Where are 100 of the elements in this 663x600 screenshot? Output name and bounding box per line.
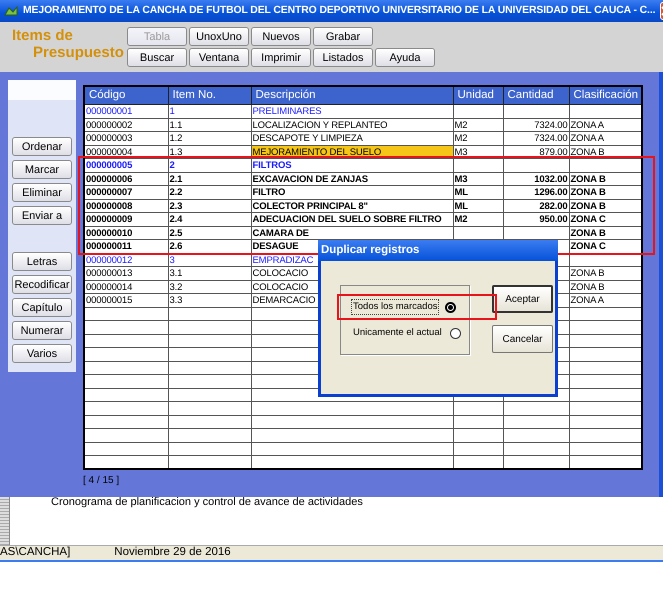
- side-button[interactable]: Marcar: [12, 160, 72, 179]
- toolbar-button[interactable]: Ayuda: [375, 48, 435, 67]
- column-header[interactable]: Clasificación: [569, 86, 642, 105]
- table-cell: 2.5: [168, 226, 251, 240]
- table-cell: 2: [168, 158, 251, 172]
- side-button[interactable]: Ordenar: [12, 137, 72, 156]
- description-text: Cronograma de planificacion y control de avance de actividades: [50, 497, 363, 510]
- toolbar-button[interactable]: Ventana: [189, 48, 249, 67]
- table-cell: M2: [453, 132, 503, 146]
- side-button[interactable]: Recodificar: [12, 275, 72, 294]
- table-cell: 879.00: [503, 145, 569, 159]
- table-cell: M2: [453, 118, 503, 132]
- table-cell: PRELIMINARES: [251, 104, 453, 118]
- toolbar-button[interactable]: Imprimir: [251, 48, 311, 67]
- table-cell: 000000008: [84, 199, 168, 213]
- table-cell: ZONA A: [569, 132, 642, 146]
- table-cell: ADECUACION DEL SUELO SOBRE FILTRO: [251, 212, 453, 226]
- table-cell: 000000006: [84, 172, 168, 186]
- side-button[interactable]: Capítulo: [12, 298, 72, 317]
- dialog-button[interactable]: Aceptar: [492, 285, 553, 313]
- table-cell: 000000003: [84, 132, 168, 146]
- table-cell: ZONA A: [569, 118, 642, 132]
- toolbar-button[interactable]: Listados: [313, 48, 373, 67]
- toolbar-button[interactable]: UnoxUno: [189, 27, 249, 46]
- toolbar-button[interactable]: Buscar: [127, 48, 187, 67]
- table-cell: 000000012: [84, 253, 168, 267]
- table-cell: ZONA A: [569, 294, 642, 308]
- table-cell: 3: [168, 253, 251, 267]
- table-cell: 2.1: [168, 172, 251, 186]
- column-header[interactable]: Código: [84, 86, 168, 105]
- table-cell: 000000005: [84, 158, 168, 172]
- table-cell: 1.1: [168, 118, 251, 132]
- column-header[interactable]: Descripción: [251, 86, 453, 105]
- table-cell: 000000002: [84, 118, 168, 132]
- dialog-button[interactable]: Cancelar: [492, 325, 553, 353]
- table-cell: 950.00: [503, 212, 569, 226]
- section-title: Items de Presupuesto: [12, 27, 125, 63]
- window-title: MEJORAMIENTO DE LA CANCHA DE FUTBOL DEL CENTRO DEPORTIVO UNIVERSITARIO DE LA UNIVERSIDAD DEL CAUCA - C...: [23, 4, 656, 18]
- table-cell: 1.2: [168, 132, 251, 146]
- table-cell: 2.3: [168, 199, 251, 213]
- table-cell: ZONA C: [569, 212, 642, 226]
- table-cell: ZONA B: [569, 226, 642, 240]
- column-header[interactable]: Item No.: [168, 86, 251, 105]
- toolbar-button[interactable]: Nuevos: [251, 27, 311, 46]
- table-cell: ZONA B: [569, 266, 642, 280]
- radio-label[interactable]: Todos los marcados: [351, 298, 440, 316]
- table-cell: M3: [453, 172, 503, 186]
- radio-label[interactable]: Unicamente el actual: [351, 324, 444, 342]
- table-cell: 000000013: [84, 266, 168, 280]
- radio-button[interactable]: [450, 328, 461, 338]
- table-cell: 2.2: [168, 186, 251, 200]
- table-cell: FILTROS: [251, 158, 453, 172]
- table-cell: 000000001: [84, 104, 168, 118]
- table-cell: 000000010: [84, 226, 168, 240]
- table-cell: EXCAVACION DE ZANJAS: [251, 172, 453, 186]
- table-cell: 1: [168, 104, 251, 118]
- table-cell: DESCAPOTE Y LIMPIEZA: [251, 132, 453, 146]
- table-cell: ZONA B: [569, 280, 642, 294]
- side-button[interactable]: Eliminar: [12, 183, 72, 202]
- panel-header: [8, 80, 76, 100]
- table-cell: ML: [453, 199, 503, 213]
- table-cell: 3.2: [168, 280, 251, 294]
- table-cell: 000000007: [84, 186, 168, 200]
- table-cell: 2.6: [168, 240, 251, 254]
- table-cell: 3.3: [168, 294, 251, 308]
- status-text: Noviembre 29 de 2016: [113, 545, 231, 560]
- table-cell: FILTRO: [251, 186, 453, 200]
- table-cell: 000000015: [84, 294, 168, 308]
- table-cell: M3: [453, 145, 503, 159]
- table-cell: COLECTOR PRINCIPAL 8": [251, 199, 453, 213]
- table-cell: ZONA B: [569, 186, 642, 200]
- side-button[interactable]: Numerar: [12, 321, 72, 340]
- table-cell: ZONA B: [569, 172, 642, 186]
- table-cell: LOCALIZACION Y REPLANTEO: [251, 118, 453, 132]
- scrollbar[interactable]: [0, 497, 10, 545]
- column-header[interactable]: Unidad: [453, 86, 503, 105]
- side-button[interactable]: Letras: [12, 252, 72, 271]
- table-cell: 3.1: [168, 266, 251, 280]
- table-cell: ZONA B: [569, 199, 642, 213]
- table-cell: 000000014: [84, 280, 168, 294]
- column-header[interactable]: Cantidad: [503, 86, 569, 105]
- side-button[interactable]: Enviar a: [12, 206, 72, 225]
- table-cell: 000000009: [84, 212, 168, 226]
- table-cell: M2: [453, 212, 503, 226]
- table-cell: 282.00: [503, 199, 569, 213]
- table-cell: 1296.00: [503, 186, 569, 200]
- table-cell: 7324.00: [503, 132, 569, 146]
- app-icon: [4, 5, 18, 17]
- table-cell: ZONA B: [569, 145, 642, 159]
- radio-button[interactable]: [445, 302, 456, 312]
- table-cell: 7324.00: [503, 118, 569, 132]
- toolbar-button[interactable]: Grabar: [313, 27, 373, 46]
- status-text: AS\CANCHA]: [0, 545, 70, 560]
- table-cell: 000000011: [84, 240, 168, 254]
- side-button[interactable]: Varios: [12, 344, 72, 363]
- table-cell: 1032.00: [503, 172, 569, 186]
- table-cell: 1.3: [168, 145, 251, 159]
- table-cell: ML: [453, 186, 503, 200]
- table-cell: 000000004: [84, 145, 168, 159]
- table-cell: 2.4: [168, 212, 251, 226]
